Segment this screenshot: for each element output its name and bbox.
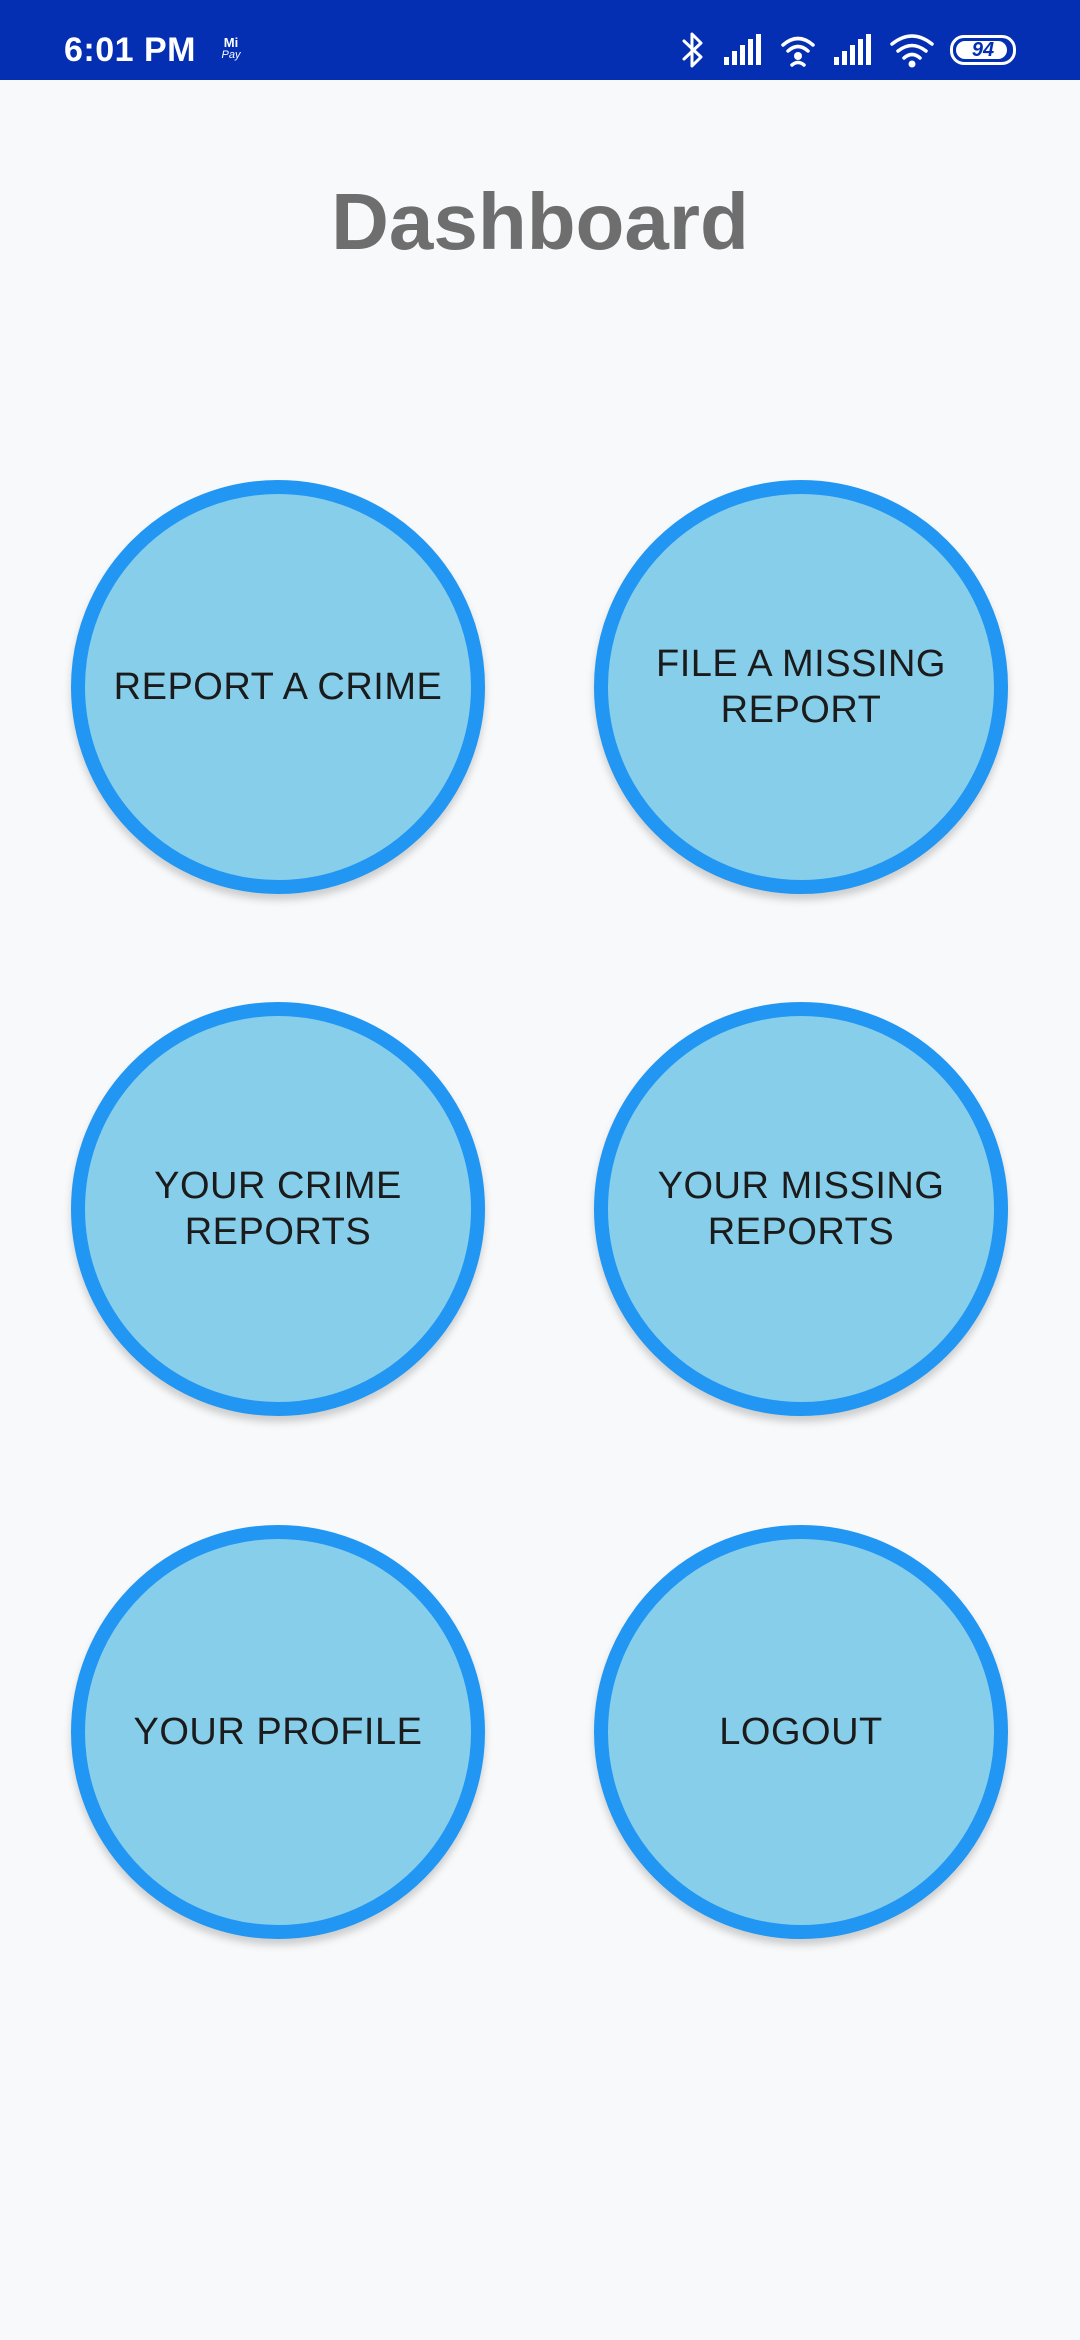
your-crime-reports-button[interactable]: YOUR CRIME REPORTS: [71, 1002, 485, 1416]
logout-button[interactable]: LOGOUT: [594, 1525, 1008, 1939]
mi-pay-icon: Mi Pay: [218, 36, 244, 66]
file-missing-report-button[interactable]: FILE A MISSING REPORT: [594, 480, 1008, 894]
status-time: 6:01 PM: [64, 31, 196, 69]
your-missing-reports-button[interactable]: YOUR MISSING REPORTS: [594, 1002, 1008, 1416]
wifi-icon: [890, 32, 934, 68]
report-crime-label: REPORT A CRIME: [113, 666, 443, 708]
status-icons: 94: [680, 24, 1016, 76]
mi-pay-bottom: Pay: [221, 49, 241, 61]
your-profile-label: YOUR PROFILE: [133, 1711, 423, 1753]
file-missing-report-label: FILE A MISSING REPORT: [656, 643, 946, 731]
signal-icon: [722, 33, 764, 67]
bluetooth-icon: [680, 30, 706, 70]
report-crime-button[interactable]: REPORT A CRIME: [71, 480, 485, 894]
battery-level: 94: [971, 38, 995, 61]
your-profile-button[interactable]: YOUR PROFILE: [71, 1525, 485, 1939]
mi-pay-top: Mi: [223, 35, 239, 50]
signal-icon: [832, 33, 874, 67]
your-crime-reports-label: YOUR CRIME REPORTS: [154, 1165, 402, 1253]
hotspot-icon: [780, 32, 816, 68]
logout-label: LOGOUT: [719, 1711, 883, 1753]
your-missing-reports-label: YOUR MISSING REPORTS: [657, 1165, 945, 1253]
battery-icon: 94: [950, 35, 1016, 65]
page-title: Dashboard: [331, 177, 749, 266]
status-bar: 6:01 PM Mi Pay 94: [0, 0, 1080, 80]
